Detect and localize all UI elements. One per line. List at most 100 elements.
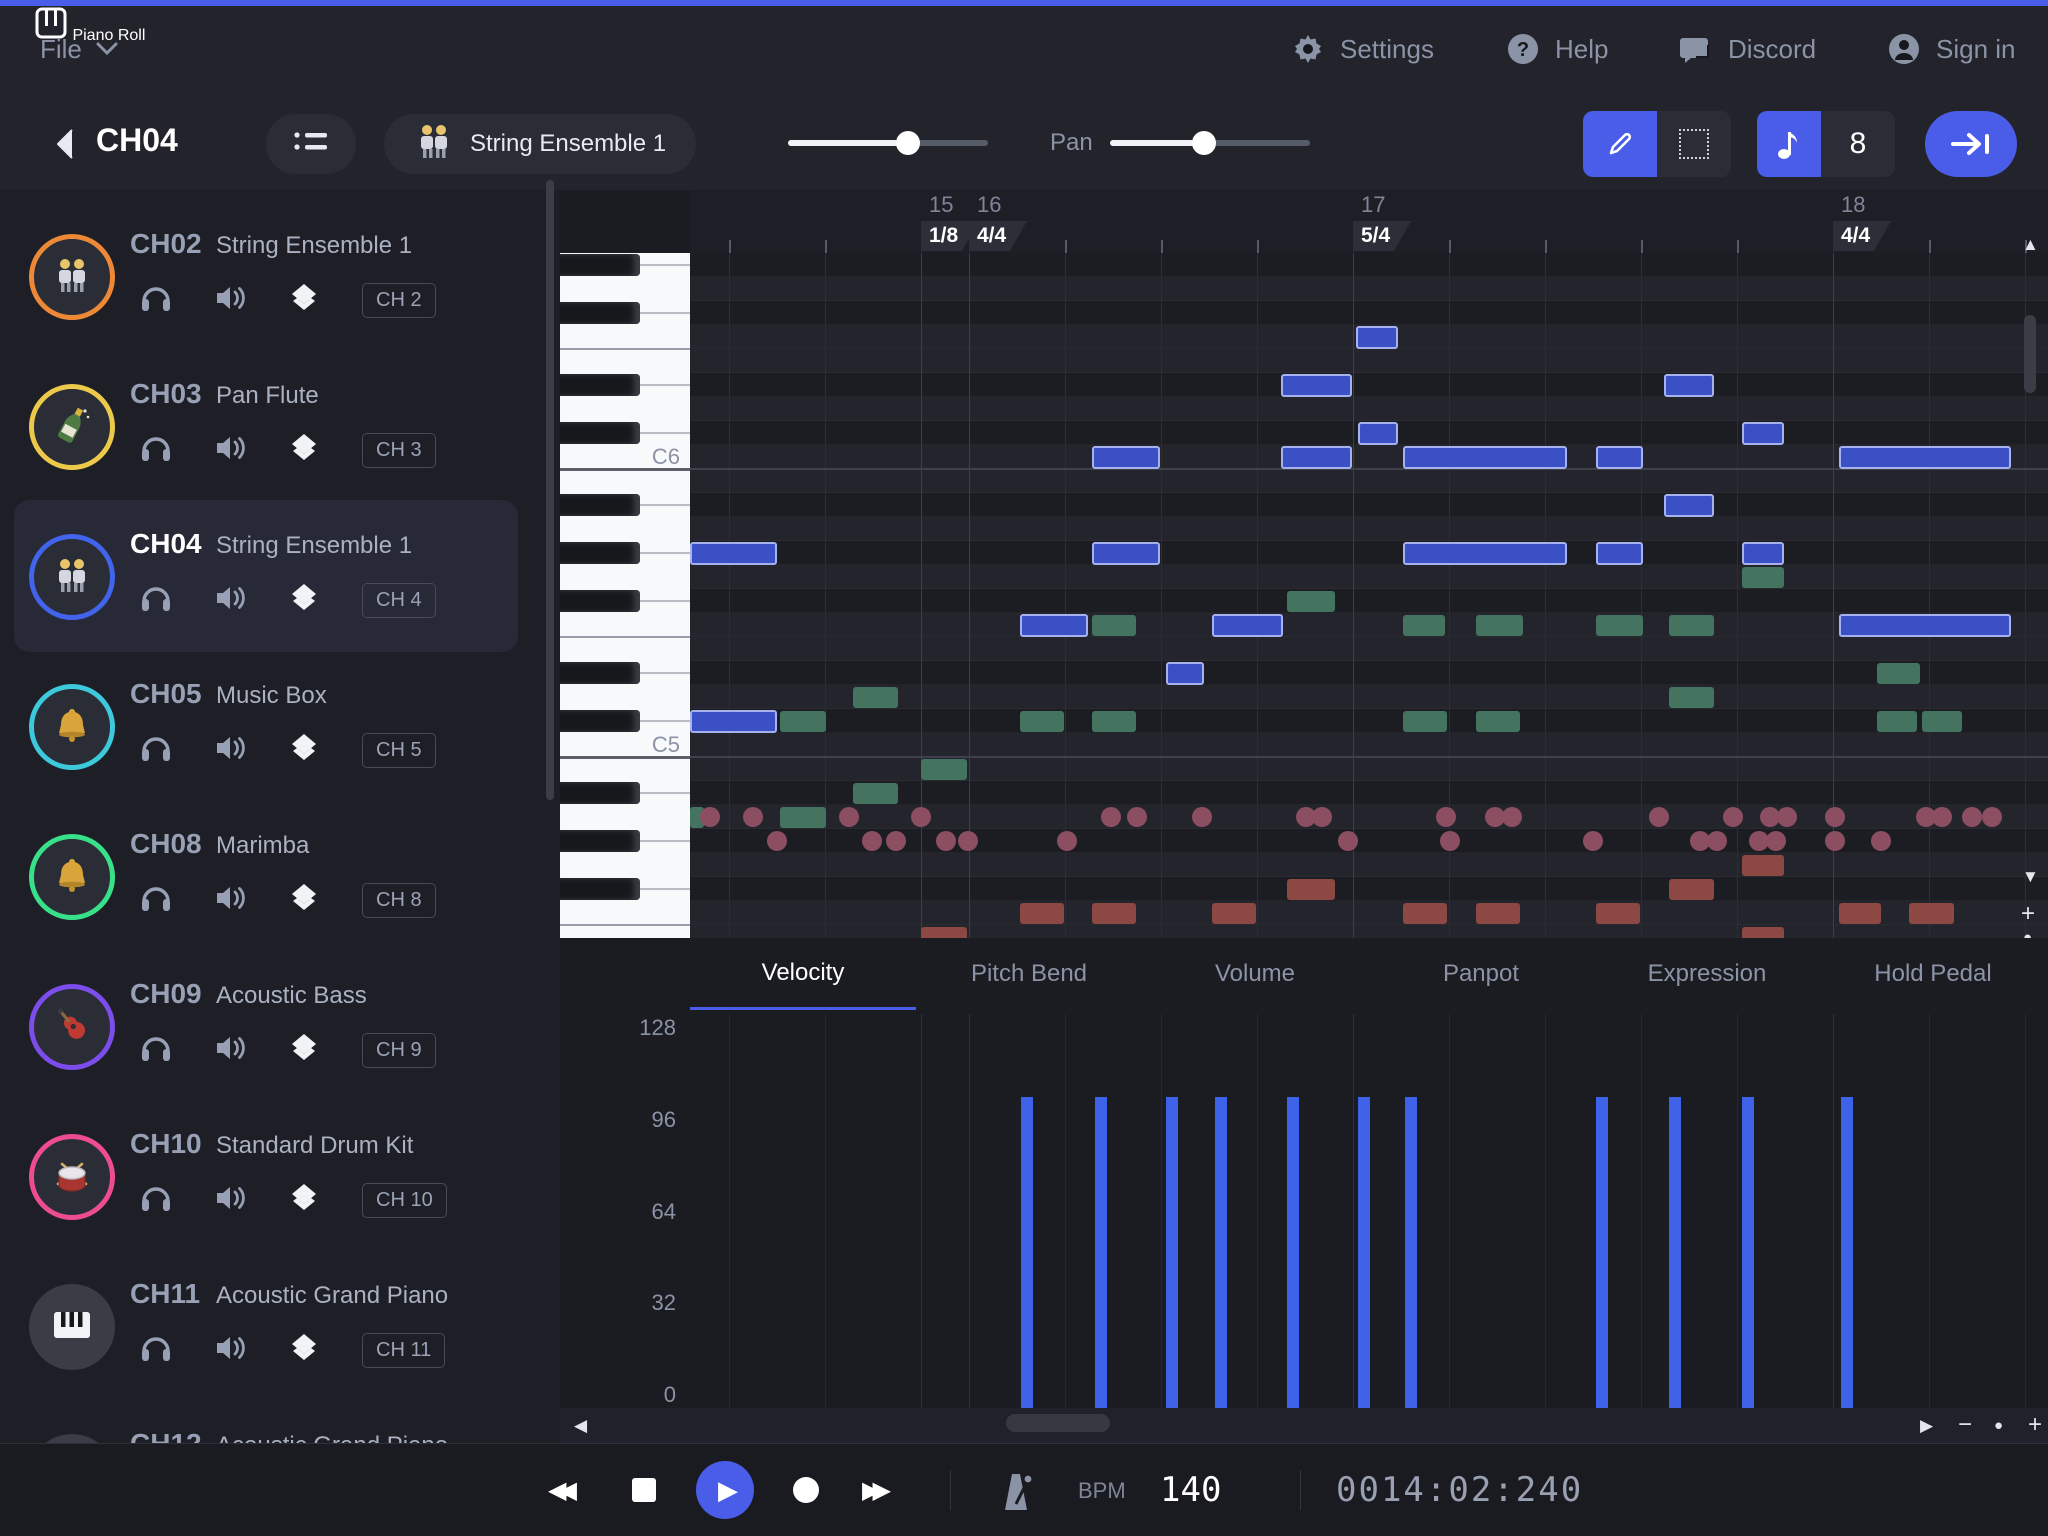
controls-tab-volume[interactable]: Volume xyxy=(1142,938,1368,1010)
play-button[interactable]: ▶ xyxy=(696,1461,754,1519)
drum-note[interactable] xyxy=(1502,807,1522,827)
midi-note-other-track[interactable] xyxy=(1669,615,1714,636)
headphones-icon[interactable] xyxy=(140,433,172,468)
midi-note-selected-track[interactable] xyxy=(690,542,777,565)
bpm-value[interactable]: 140 xyxy=(1160,1470,1221,1510)
scroll-down-icon[interactable]: ▼ xyxy=(2022,868,2039,885)
drum-note[interactable] xyxy=(1192,807,1212,827)
drum-note[interactable] xyxy=(1649,807,1669,827)
velocity-bar[interactable] xyxy=(1215,1097,1227,1408)
midi-note-other-track[interactable] xyxy=(1877,711,1917,732)
drum-note[interactable] xyxy=(1932,807,1952,827)
time-signature-chip[interactable]: 5/4 xyxy=(1353,221,1394,251)
drum-note[interactable] xyxy=(1766,831,1786,851)
zoom-in-horizontal-icon[interactable]: + xyxy=(2028,1413,2042,1437)
layers-icon[interactable] xyxy=(288,282,320,319)
selection-tool-button[interactable] xyxy=(1657,111,1731,177)
drum-note[interactable] xyxy=(1583,831,1603,851)
zoom-in-vertical-icon[interactable]: + xyxy=(2021,902,2035,926)
piano-key-black[interactable] xyxy=(560,830,640,852)
midi-note-other-track[interactable] xyxy=(1476,903,1520,924)
track-item-ch04[interactable]: CH04String Ensemble 1CH 4 xyxy=(0,508,560,652)
midi-note-selected-track[interactable] xyxy=(1403,542,1567,565)
midi-note-other-track[interactable] xyxy=(1476,615,1523,636)
headphones-icon[interactable] xyxy=(140,283,172,318)
midi-note-other-track[interactable] xyxy=(853,687,898,708)
midi-note-selected-track[interactable] xyxy=(1358,422,1398,445)
headphones-icon[interactable] xyxy=(140,1333,172,1368)
drum-note[interactable] xyxy=(1057,831,1077,851)
drum-note[interactable] xyxy=(743,807,763,827)
midi-note-other-track[interactable] xyxy=(780,807,826,828)
volume-slider-thumb[interactable] xyxy=(896,131,920,155)
midi-note-other-track[interactable] xyxy=(1669,687,1714,708)
track-item-ch12[interactable]: CH12Acoustic Grand PianoCH 12 xyxy=(0,1408,560,1443)
midi-note-selected-track[interactable] xyxy=(1664,494,1714,517)
midi-note-selected-track[interactable] xyxy=(1839,446,2011,469)
drum-note[interactable] xyxy=(1777,807,1797,827)
velocity-bar[interactable] xyxy=(1742,1097,1754,1408)
piano-key-black[interactable] xyxy=(560,254,640,276)
piano-key-black[interactable] xyxy=(560,494,640,516)
layers-icon[interactable] xyxy=(288,1182,320,1219)
midi-note-selected-track[interactable] xyxy=(1403,446,1567,469)
midi-note-selected-track[interactable] xyxy=(1166,662,1204,685)
horizontal-scrollbar-thumb[interactable] xyxy=(1006,1414,1110,1432)
piano-key-black[interactable] xyxy=(560,782,640,804)
sign-in-button[interactable]: Sign in xyxy=(1886,0,2016,98)
fast-forward-button[interactable]: ▶▶ xyxy=(862,1476,883,1505)
piano-key-black[interactable] xyxy=(560,422,640,444)
headphones-icon[interactable] xyxy=(140,883,172,918)
midi-note-selected-track[interactable] xyxy=(1596,542,1643,565)
midi-note-other-track[interactable] xyxy=(1839,903,1881,924)
midi-note-other-track[interactable] xyxy=(1403,615,1445,636)
drum-note[interactable] xyxy=(1962,807,1982,827)
track-list-scrollbar[interactable] xyxy=(546,180,554,800)
horizontal-scrollbar[interactable]: ◀ ▶ − ● + xyxy=(560,1408,2048,1443)
note-grid[interactable] xyxy=(690,253,2048,938)
speaker-icon[interactable] xyxy=(214,583,246,618)
midi-note-other-track[interactable] xyxy=(1403,903,1447,924)
layers-icon[interactable] xyxy=(288,582,320,619)
layers-icon[interactable] xyxy=(288,1032,320,1069)
headphones-icon[interactable] xyxy=(140,1033,172,1068)
layers-icon[interactable] xyxy=(288,882,320,919)
midi-note-selected-track[interactable] xyxy=(1281,374,1352,397)
drum-note[interactable] xyxy=(1436,807,1456,827)
piano-key-black[interactable] xyxy=(560,662,640,684)
speaker-icon[interactable] xyxy=(214,433,246,468)
velocity-bar[interactable] xyxy=(1669,1097,1681,1408)
piano-key-black[interactable] xyxy=(560,302,640,324)
piano-key-black[interactable] xyxy=(560,542,640,564)
headphones-icon[interactable] xyxy=(140,733,172,768)
drum-note[interactable] xyxy=(1101,807,1121,827)
midi-note-other-track[interactable] xyxy=(1092,615,1136,636)
midi-note-other-track[interactable] xyxy=(1212,903,1256,924)
pencil-tool-button[interactable] xyxy=(1583,111,1657,177)
stop-button[interactable] xyxy=(632,1478,656,1502)
midi-note-selected-track[interactable] xyxy=(1212,614,1283,637)
velocity-bar[interactable] xyxy=(1841,1097,1853,1408)
controls-tab-pitch-bend[interactable]: Pitch Bend xyxy=(916,938,1142,1010)
record-button[interactable] xyxy=(793,1477,819,1503)
drum-note[interactable] xyxy=(1440,831,1460,851)
midi-note-other-track[interactable] xyxy=(1922,711,1962,732)
drum-note[interactable] xyxy=(886,831,906,851)
velocity-bar[interactable] xyxy=(1405,1097,1417,1408)
headphones-icon[interactable] xyxy=(140,1183,172,1218)
track-item-ch09[interactable]: CH09Acoustic BassCH 9 xyxy=(0,958,560,1102)
settings-button[interactable]: Settings xyxy=(1290,0,1434,98)
midi-note-selected-track[interactable] xyxy=(1664,374,1714,397)
drum-note[interactable] xyxy=(862,831,882,851)
vertical-scrollbar-thumb[interactable] xyxy=(2024,315,2036,393)
midi-note-other-track[interactable] xyxy=(853,783,898,804)
drum-note[interactable] xyxy=(1871,831,1891,851)
midi-note-other-track[interactable] xyxy=(1669,879,1714,900)
midi-note-other-track[interactable] xyxy=(1403,711,1447,732)
midi-note-other-track[interactable] xyxy=(1287,879,1335,900)
midi-note-other-track[interactable] xyxy=(1596,903,1640,924)
drum-note[interactable] xyxy=(1338,831,1358,851)
drum-note[interactable] xyxy=(936,831,956,851)
drum-note[interactable] xyxy=(1982,807,2002,827)
drum-note[interactable] xyxy=(958,831,978,851)
